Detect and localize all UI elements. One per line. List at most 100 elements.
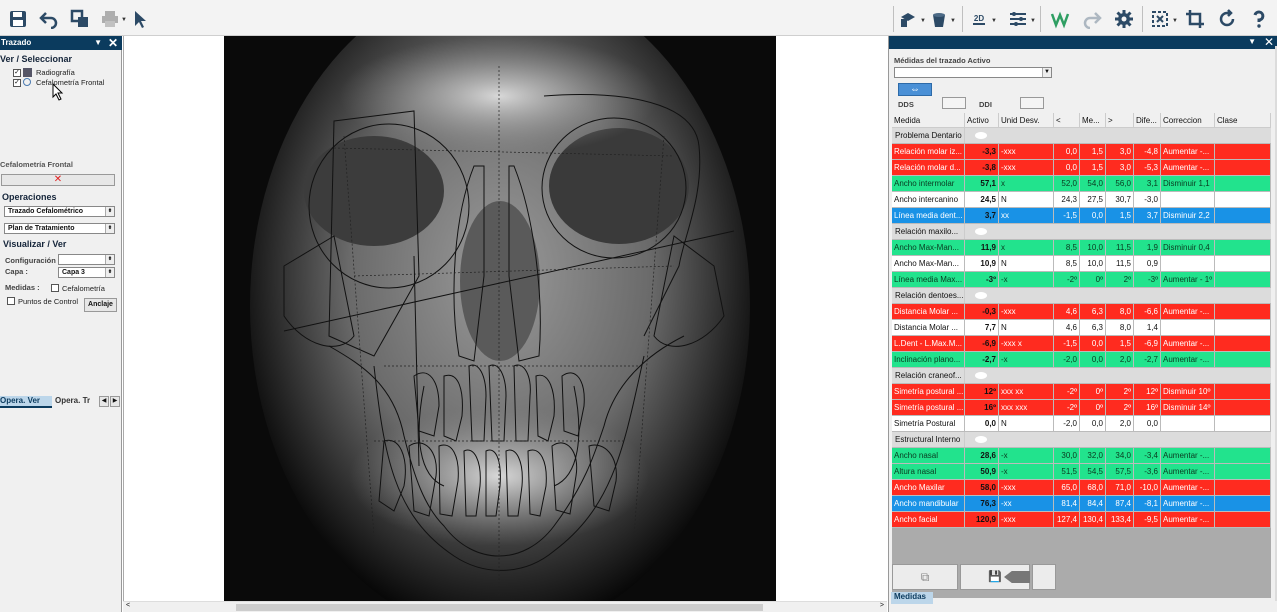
close-icon[interactable]: ✕ <box>1264 35 1274 49</box>
scrollbar-thumb[interactable] <box>236 604 763 611</box>
layers-dropdown-icon[interactable]: ▼ <box>920 18 926 24</box>
crop-icon[interactable] <box>1183 7 1207 31</box>
column-header[interactable]: Clase <box>1215 113 1271 127</box>
table-row[interactable]: Línea media dent... 3,7 xx -1,5 0,0 1,5 3,7 Dis… <box>892 208 1271 224</box>
selection-dropdown-icon[interactable]: ▼ <box>1172 18 1178 24</box>
chevron-down-icon[interactable]: ▼ <box>1042 68 1051 77</box>
column-header[interactable]: Unid Desv. <box>999 113 1054 127</box>
table-row[interactable]: Simetría postural ... 16º xxx xxx -2º 0º 2º 16… <box>892 400 1271 416</box>
column-header[interactable]: Correccion <box>1161 113 1215 127</box>
tab-scroll-left-icon[interactable]: ◀ <box>99 396 109 407</box>
dds-field[interactable] <box>942 97 966 109</box>
close-icon[interactable]: ✕ <box>108 36 118 50</box>
spinner-icon[interactable]: ⬍ <box>105 207 114 216</box>
bucket-icon[interactable] <box>927 7 951 31</box>
layers-icon[interactable] <box>896 7 920 31</box>
group-row[interactable]: Problema Dentario <box>892 128 1271 144</box>
undo-icon[interactable] <box>37 7 61 31</box>
duplicate-icon[interactable] <box>68 7 92 31</box>
tab-opera-ver[interactable]: Opera. Ver <box>0 396 52 408</box>
radiografia-checkbox[interactable]: ✓ <box>13 69 21 77</box>
eye-icon[interactable] <box>975 372 987 379</box>
tab-medidas[interactable]: Medidas <box>891 592 933 604</box>
tree-item-radiografia[interactable]: Radiografía <box>36 68 75 77</box>
sliders-dropdown-icon[interactable]: ▼ <box>1030 18 1036 24</box>
delete-trace-button[interactable]: ✕ <box>1 174 115 186</box>
table-row[interactable]: Distancia Molar ... 7,7 N 4,6 6,3 8,0 1,4 <box>892 320 1271 336</box>
trace-select-dropdown[interactable]: ▼ <box>894 67 1052 78</box>
operation-combo[interactable]: Trazado Cefalométrico ⬍ <box>4 206 115 217</box>
trace-wave-icon[interactable] <box>1048 7 1072 31</box>
spinner-icon[interactable]: ⬍ <box>105 255 114 264</box>
table-row[interactable]: Ancho intermolar 57,1 x 52,0 54,0 56,0 3,1 Dism… <box>892 176 1271 192</box>
cefalometria-checkbox[interactable]: ✓ <box>13 79 21 87</box>
group-row[interactable]: Relación craneof... <box>892 368 1271 384</box>
table-row[interactable]: Altura nasal 50,9 -x 51,5 54,5 57,5 -3,6 Aument… <box>892 464 1271 480</box>
eye-icon[interactable] <box>975 292 987 299</box>
plan-combo[interactable]: Plan de Tratamiento ⬍ <box>4 223 115 234</box>
table-row[interactable]: L.Dent - L.Max.M... -6,9 -xxx x -1,5 0,0 1,5-… <box>892 336 1271 352</box>
column-header[interactable]: Dife... <box>1134 113 1161 127</box>
table-cell: -3º <box>1134 272 1161 288</box>
image-canvas[interactable] <box>123 36 887 601</box>
group-row[interactable]: Estructural Interno <box>892 432 1271 448</box>
redo-icon[interactable] <box>1080 7 1104 31</box>
table-row[interactable]: Línea media Max... -3º -x -2º 0º 2º -3º Aumenta… <box>892 272 1271 288</box>
eye-icon[interactable] <box>975 436 987 443</box>
table-row[interactable]: Ancho nasal 28,6 -x 30,0 32,0 34,0 -3,4 Aumenta… <box>892 448 1271 464</box>
tab-opera-tr[interactable]: Opera. Tr <box>55 396 99 408</box>
spinner-icon[interactable]: ⬍ <box>105 268 114 277</box>
spinner-icon[interactable]: ⬍ <box>105 224 114 233</box>
tree-item-cefalometria[interactable]: Cefalometría Frontal <box>36 78 104 87</box>
table-row[interactable]: Relación molar d... -3,8 -xxx 0,0 1,5 3,0 -5,3… <box>892 160 1271 176</box>
column-header[interactable]: Me... <box>1080 113 1106 127</box>
capa-combo[interactable]: Capa 3 ⬍ <box>58 267 115 278</box>
eye-icon[interactable] <box>975 132 987 139</box>
sliders-icon[interactable] <box>1006 7 1030 31</box>
table-row[interactable]: Simetría Postural 0,0 N -2,0 0,0 2,0 0,0 <box>892 416 1271 432</box>
cefalometria-toggle-checkbox[interactable] <box>51 284 59 292</box>
panel-menu-icon[interactable]: ▼ <box>1248 37 1256 46</box>
table-row[interactable]: Ancho Max-Man... 10,9 N 8,5 10,0 11,5 0,9 <box>892 256 1271 272</box>
help-question-icon[interactable] <box>1247 7 1271 31</box>
ddi-field[interactable] <box>1020 97 1044 109</box>
group-row[interactable]: Relación maxilo... <box>892 224 1271 240</box>
copy-button[interactable]: ⧉ <box>892 564 958 590</box>
table-row[interactable]: Distancia Molar ... -0,3 -xxx 4,6 6,3 8,0 -6,6… <box>892 304 1271 320</box>
scroll-right-icon[interactable]: > <box>880 602 884 609</box>
scroll-left-icon[interactable]: < <box>126 602 130 609</box>
2d-dropdown-icon[interactable]: ▼ <box>991 18 997 24</box>
print-dropdown-icon[interactable]: ▼ <box>121 17 127 23</box>
save-icon[interactable] <box>6 7 30 31</box>
table-row[interactable]: Inclinación plano... -2,7 -x -2,0 0,0 2,0 -2,7… <box>892 352 1271 368</box>
table-row[interactable]: Ancho Maxilar 58,0 -xxx 65,0 68,0 71,0 -10,0 Au… <box>892 480 1271 496</box>
anclaje-button[interactable]: Anclaje <box>84 298 117 312</box>
tab-scroll-right-icon[interactable]: ▶ <box>110 396 120 407</box>
table-row[interactable]: Ancho Max-Man... 11,9 x 8,5 10,0 11,5 1,9 Dismi… <box>892 240 1271 256</box>
column-header[interactable]: Activo <box>965 113 999 127</box>
column-header[interactable]: > <box>1106 113 1134 127</box>
table-row[interactable]: Simetría postural ... 12º xxx xx -2º 0º 2º 12º… <box>892 384 1271 400</box>
table-cell <box>1215 192 1271 208</box>
panel-menu-icon[interactable]: ▼ <box>94 36 102 50</box>
eraser-button[interactable] <box>1032 564 1056 590</box>
2d-view-button[interactable]: 2D <box>968 7 990 31</box>
table-row[interactable]: Ancho mandibular 76,3 -xx 81,4 84,4 87,4 -8,1 A… <box>892 496 1271 512</box>
selection-box-icon[interactable] <box>1148 7 1172 31</box>
settings-gear-icon[interactable] <box>1112 7 1136 31</box>
swap-arrows-button[interactable]: ⇔ <box>898 83 932 96</box>
horizontal-scrollbar[interactable]: < > <box>123 601 887 612</box>
bucket-dropdown-icon[interactable]: ▼ <box>950 18 956 24</box>
table-row[interactable]: Relación molar iz... -3,3 -xxx 0,0 1,5 3,0 -4,… <box>892 144 1271 160</box>
column-header[interactable]: Medida <box>892 113 965 127</box>
puntos-control-checkbox[interactable] <box>7 297 15 305</box>
eye-icon[interactable] <box>975 228 987 235</box>
column-header[interactable]: < <box>1054 113 1080 127</box>
table-row[interactable]: Ancho facial 120,9 -xxx 127,4 130,4 133,4 -9,5… <box>892 512 1271 528</box>
config-combo[interactable]: ⬍ <box>58 254 115 265</box>
rotate-icon[interactable] <box>1215 7 1239 31</box>
table-row[interactable]: Ancho intercanino 24,5 N 24,3 27,5 30,7 -3,0 <box>892 192 1271 208</box>
group-row[interactable]: Relación dentoes... <box>892 288 1271 304</box>
print-icon[interactable] <box>98 7 122 31</box>
pointer-icon[interactable] <box>128 7 152 31</box>
